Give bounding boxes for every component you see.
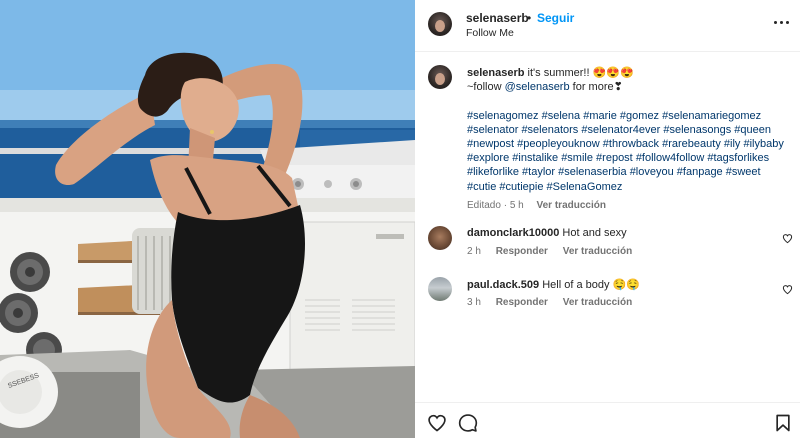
post-header: selenaserb • Seguir Follow Me xyxy=(415,0,800,52)
reply-button[interactable]: Responder xyxy=(496,297,548,308)
header-subtitle: Follow Me xyxy=(466,27,514,39)
hashtag-link[interactable]: #marie xyxy=(583,110,617,122)
caption-time: 5 h xyxy=(509,199,524,211)
hashtag-link[interactable]: #loveyou xyxy=(630,166,674,178)
translate-link[interactable]: Ver traducción xyxy=(563,246,632,257)
hashtag-link[interactable]: #selenaserbia xyxy=(558,166,627,178)
hashtag-link[interactable]: #tagsforlikes xyxy=(707,152,769,164)
comment-icon[interactable] xyxy=(458,413,478,433)
comment-body: Hot and sexy xyxy=(562,227,627,239)
hashtag-link[interactable]: #rarebeauty xyxy=(662,138,721,150)
hashtag-link[interactable]: #fanpage xyxy=(677,166,723,178)
header-username[interactable]: selenaserb xyxy=(466,11,529,25)
hashtag-link[interactable]: #SelenaGomez xyxy=(547,181,623,193)
hashtag-link[interactable]: #selenasongs xyxy=(663,124,731,136)
hashtag-link[interactable]: #selenator xyxy=(467,124,518,136)
caption-line2-suffix: for more❣ xyxy=(572,81,623,94)
hashtag-link[interactable]: #throwback xyxy=(603,138,659,150)
hashtag-link[interactable]: #peopleyouknow xyxy=(517,138,600,150)
hashtag-link[interactable]: #queen xyxy=(734,124,771,136)
hashtag-link[interactable]: #cutiepie xyxy=(499,181,543,193)
comment-item: damonclark10000 Hot and sexy 2 h Respond… xyxy=(415,224,800,268)
hashtag-link[interactable]: #smile xyxy=(561,152,593,164)
heart-outline-icon[interactable] xyxy=(427,413,447,433)
heart-outline-icon[interactable] xyxy=(782,233,793,244)
hashtag-link[interactable]: #selena xyxy=(542,110,581,122)
hashtag-link[interactable]: #likeforlike xyxy=(467,166,519,178)
translate-link[interactable]: Ver traducción xyxy=(563,297,632,308)
caption-username[interactable]: selenaserb xyxy=(467,67,524,79)
caption-body: it's summer!! 😍😍😍 xyxy=(527,67,634,79)
edited-label: Editado xyxy=(467,199,501,211)
hashtag-link[interactable]: #selenagomez xyxy=(467,110,539,122)
comment-body: Hell of a body 🤤🤤 xyxy=(542,279,640,291)
caption-line2-prefix: ~follow xyxy=(467,81,502,94)
hashtag-link[interactable]: #ilybaby xyxy=(743,138,783,150)
hashtag-link[interactable]: #selenamariegomez xyxy=(662,110,761,122)
caption-translate-link[interactable]: Ver traducción xyxy=(537,200,606,211)
comment-meta: 2 h Responder Ver traducción xyxy=(467,246,644,257)
hashtag-link[interactable]: #repost xyxy=(596,152,633,164)
comment-meta: 3 h Responder Ver traducción xyxy=(467,297,644,308)
comment-text: paul.dack.509 Hell of a body 🤤🤤 xyxy=(467,278,640,291)
bookmark-icon[interactable] xyxy=(773,413,793,433)
caption-mention-link[interactable]: @selenaserb xyxy=(505,81,570,93)
hashtag-link[interactable]: #sweet xyxy=(726,166,761,178)
comment-username[interactable]: paul.dack.509 xyxy=(467,279,539,291)
hashtag-link[interactable]: #gomez xyxy=(620,110,659,122)
caption-meta: Editado · 5 h Ver traducción xyxy=(467,199,792,213)
header-separator: • xyxy=(527,11,532,25)
post-photo-illustration: SSEBESS xyxy=(0,0,415,438)
hashtag-link[interactable]: #instalike xyxy=(512,152,558,164)
hashtag-link[interactable]: #follow4follow xyxy=(636,152,704,164)
post-photo[interactable]: SSEBESS xyxy=(0,0,415,438)
hashtag-link[interactable]: #taylor xyxy=(522,166,555,178)
post-details-panel: selenaserb • Seguir Follow Me selenaserb… xyxy=(415,0,800,438)
avatar[interactable] xyxy=(428,12,452,36)
caption-text: selenaserb it's summer!! 😍😍😍 ~follow @se… xyxy=(467,66,792,213)
hashtag-list: #selenagomez #selena #marie #gomez #sele… xyxy=(467,109,792,194)
hashtag-link[interactable]: #selenators xyxy=(521,124,578,136)
comment-text: damonclark10000 Hot and sexy xyxy=(467,227,627,239)
hashtag-link[interactable]: #explore xyxy=(467,152,509,164)
post-actions-bar xyxy=(415,402,800,438)
comment-time: 3 h xyxy=(467,297,481,308)
heart-outline-icon[interactable] xyxy=(782,284,793,295)
caption-avatar[interactable] xyxy=(428,65,452,89)
comment-time: 2 h xyxy=(467,246,481,257)
more-options-icon[interactable] xyxy=(773,15,791,29)
avatar[interactable] xyxy=(428,277,452,301)
reply-button[interactable]: Responder xyxy=(496,246,548,257)
hashtag-link[interactable]: #newpost xyxy=(467,138,514,150)
hashtag-link[interactable]: #cutie xyxy=(467,181,496,193)
follow-button[interactable]: Seguir xyxy=(537,11,574,25)
comment-username[interactable]: damonclark10000 xyxy=(467,227,559,239)
comment-item: paul.dack.509 Hell of a body 🤤🤤 3 h Resp… xyxy=(415,275,800,319)
hashtag-link[interactable]: #ily xyxy=(724,138,741,150)
hashtag-link[interactable]: #selenator4ever xyxy=(581,124,660,136)
avatar[interactable] xyxy=(428,226,452,250)
